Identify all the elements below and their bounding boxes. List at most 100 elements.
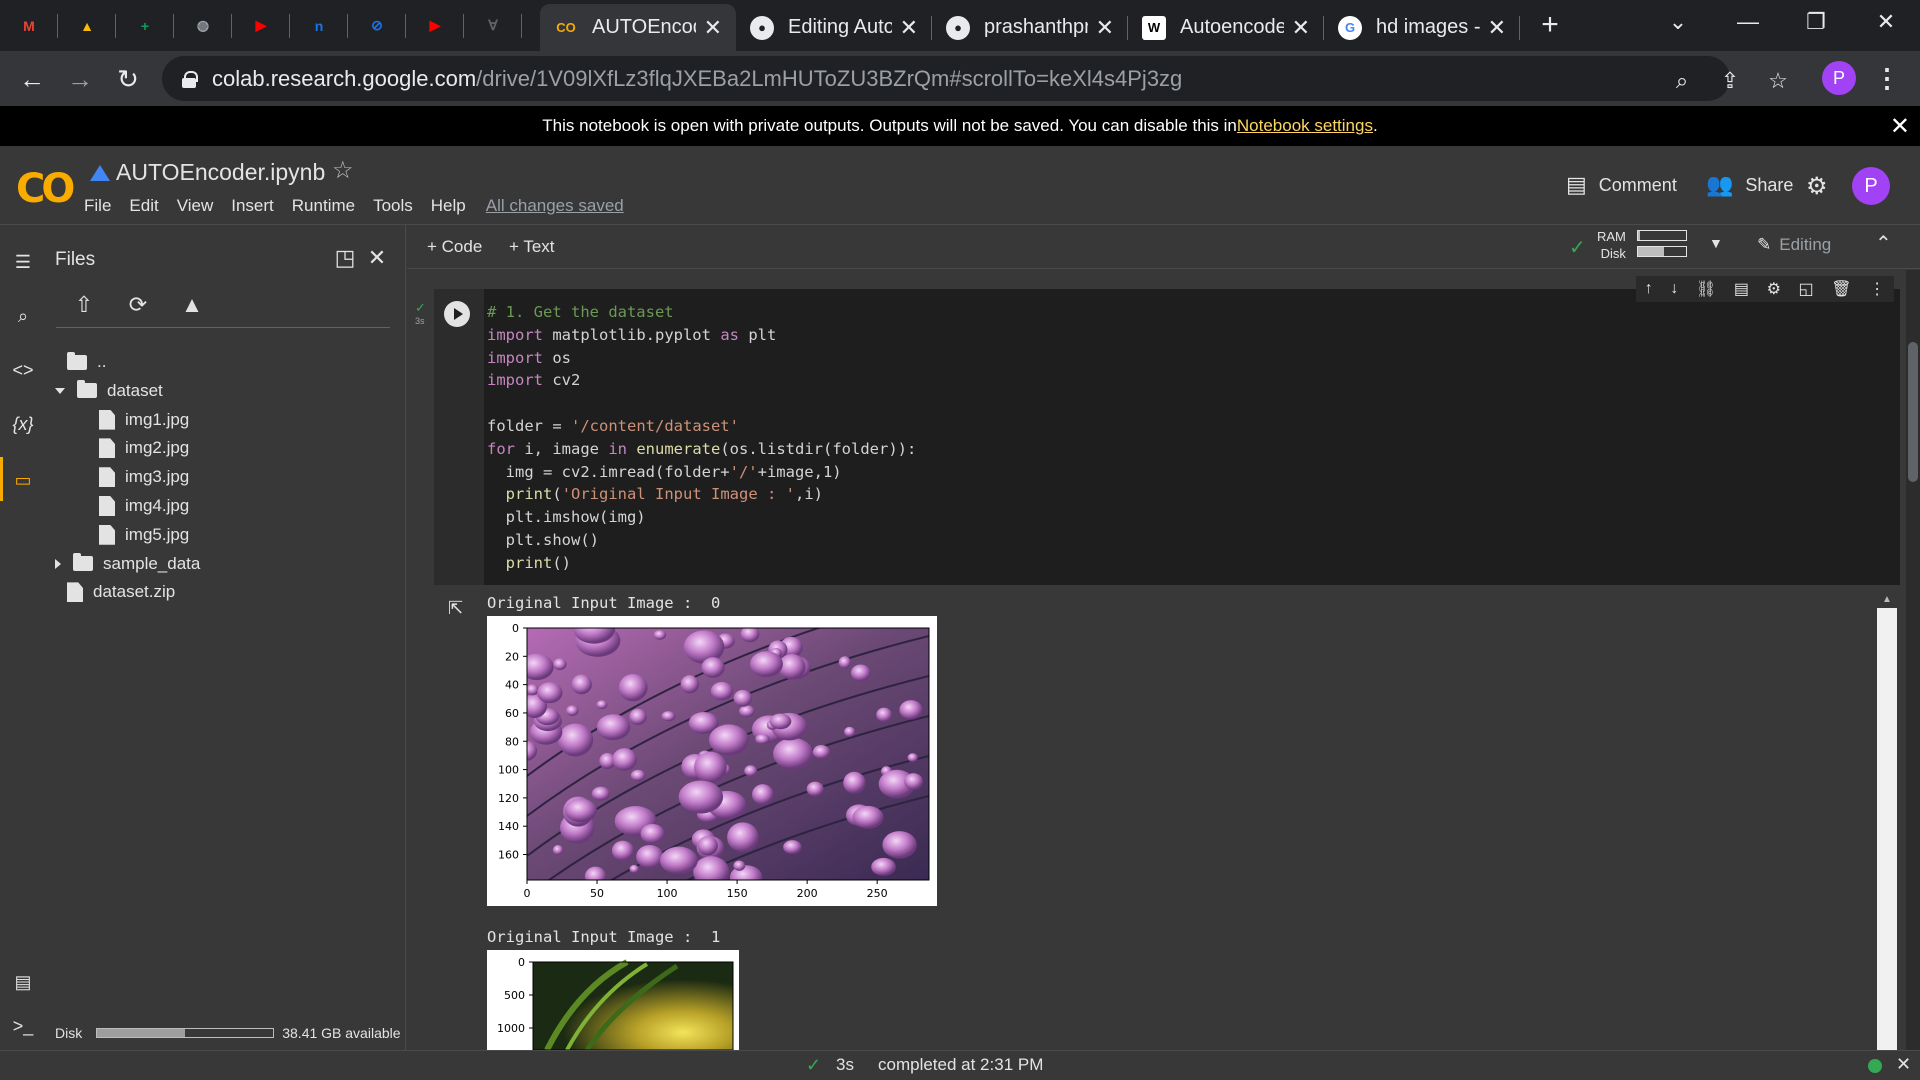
menu-tools[interactable]: Tools	[373, 196, 413, 216]
code-editor[interactable]: # 1. Get the dataset import matplotlib.py…	[487, 301, 916, 575]
chevron-down-icon[interactable]	[55, 387, 65, 394]
resource-labels[interactable]: RAM Disk	[1597, 228, 1626, 262]
open-in-tab-icon[interactable]: ◳	[330, 243, 360, 273]
save-status[interactable]: All changes saved	[486, 196, 624, 216]
mirror-cell-icon[interactable]: ◱	[1799, 279, 1814, 299]
notebook-title[interactable]: AUTOEncoder.ipynb	[90, 159, 325, 186]
code-snippets-icon[interactable]: <>	[8, 355, 38, 385]
close-tab-icon[interactable]: ✕	[1488, 15, 1506, 41]
table-of-contents-icon[interactable]: ☰	[8, 247, 38, 277]
file-tree-item[interactable]: img1.jpg	[92, 408, 189, 432]
command-palette-icon[interactable]: ▤	[8, 967, 38, 997]
output-scrollbar[interactable]: ▲	[1877, 592, 1897, 1050]
status-text[interactable]: completed at 2:31 PM	[878, 1055, 1043, 1075]
reload-icon[interactable]: ↻	[108, 59, 148, 99]
menu-file[interactable]: File	[84, 196, 111, 216]
notebook-title-text[interactable]: AUTOEncoder.ipynb	[116, 159, 325, 186]
code-cell[interactable]: # 1. Get the dataset import matplotlib.py…	[434, 289, 1900, 585]
tab-search-icon[interactable]: ⌄	[1648, 0, 1708, 44]
close-tab-icon[interactable]: ✕	[900, 15, 918, 41]
comment-cell-icon[interactable]: ▤	[1734, 279, 1749, 299]
refresh-folder-icon[interactable]: ⟳	[122, 289, 154, 321]
share-page-icon[interactable]: ⇪	[1712, 63, 1748, 99]
bookmark-star-icon[interactable]: ☆	[1760, 63, 1796, 99]
menu-insert[interactable]: Insert	[231, 196, 274, 216]
close-tab-icon[interactable]: ✕	[1096, 15, 1114, 41]
file-tree-item[interactable]: ..	[46, 350, 106, 374]
search-icon[interactable]: ⌕	[8, 301, 38, 331]
collapse-header-icon[interactable]: ⌃	[1875, 231, 1892, 256]
file-tree-item[interactable]: img5.jpg	[92, 523, 189, 547]
browser-tab[interactable]: Ghd images - Go ✕	[1324, 4, 1520, 51]
variables-icon[interactable]: {x}	[8, 409, 38, 439]
forward-icon[interactable]: →	[60, 59, 100, 99]
file-tree-item[interactable]: img2.jpg	[92, 436, 189, 460]
notebook-scroll-thumb[interactable]	[1908, 342, 1918, 482]
file-tree-item[interactable]: dataset.zip	[46, 580, 175, 604]
back-icon[interactable]: ←	[12, 59, 52, 99]
mount-drive-icon[interactable]: ▲	[176, 289, 208, 321]
file-tree-item[interactable]: img4.jpg	[92, 494, 189, 518]
notebook-scrollbar[interactable]	[1906, 270, 1920, 1050]
restore-button[interactable]: ❐	[1786, 0, 1846, 44]
close-icon[interactable]: ✕	[1890, 112, 1910, 141]
pinned-tab[interactable]: n	[290, 0, 348, 51]
add-code-button[interactable]: + Code	[427, 237, 482, 257]
menu-runtime[interactable]: Runtime	[292, 196, 355, 216]
close-window-button[interactable]: ✕	[1856, 0, 1916, 44]
share-button[interactable]: 👥 Share	[1706, 172, 1793, 198]
close-tab-icon[interactable]: ✕	[1292, 15, 1310, 41]
close-icon[interactable]: ✕	[362, 243, 392, 273]
folder-icon[interactable]: ▭	[8, 465, 38, 495]
more-actions-icon[interactable]: ⋮	[1869, 279, 1885, 299]
comment-button[interactable]: ▤ Comment	[1566, 172, 1677, 198]
file-tree-folder[interactable]: dataset	[46, 379, 163, 403]
colab-logo[interactable]: CO	[16, 166, 75, 212]
cell-settings-icon[interactable]: ⚙	[1767, 279, 1781, 299]
pinned-tab[interactable]: M	[0, 0, 58, 51]
pinned-tab[interactable]: ▲	[58, 0, 116, 51]
delete-cell-icon[interactable]: 🗑	[1831, 279, 1851, 299]
notebook-settings-link[interactable]: Notebook settings	[1237, 116, 1373, 136]
browser-tab[interactable]: CO AUTOEncoder ✕	[540, 4, 736, 51]
minimize-button[interactable]: —	[1718, 0, 1778, 44]
link-icon[interactable]: ⛓	[1696, 279, 1716, 299]
close-tab-icon[interactable]: ✕	[704, 15, 722, 41]
browser-tab[interactable]: W Autoencoder ✕	[1128, 4, 1324, 51]
file-tree-folder[interactable]: sample_data	[46, 552, 200, 576]
move-up-icon[interactable]: ↑	[1645, 280, 1653, 298]
browser-tab[interactable]: ● prashanthprasad ✕	[932, 4, 1128, 51]
scroll-up-icon[interactable]: ▲	[1882, 594, 1892, 605]
browser-menu-icon[interactable]: ⋮	[1874, 62, 1900, 96]
settings-gear-icon[interactable]: ⚙	[1806, 172, 1828, 201]
add-text-button[interactable]: + Text	[509, 237, 555, 257]
browser-profile-avatar[interactable]: P	[1822, 61, 1856, 95]
editing-mode-button[interactable]: ✎ Editing	[1757, 235, 1831, 255]
output-scroll-thumb[interactable]	[1877, 608, 1897, 1050]
file-tree-item[interactable]: img3.jpg	[92, 465, 189, 489]
menu-view[interactable]: View	[177, 196, 214, 216]
user-avatar[interactable]: P	[1852, 167, 1890, 205]
address-bar[interactable]: colab.research.google.com/drive/1V09lXfL…	[162, 56, 1730, 101]
pinned-tab[interactable]: ▶	[406, 0, 464, 51]
pinned-tab[interactable]: ⊘	[348, 0, 406, 51]
pinned-tab[interactable]: ◍	[174, 0, 232, 51]
zoom-icon[interactable]: ⌕	[1664, 63, 1700, 99]
upload-file-icon[interactable]: ⇧	[68, 289, 100, 321]
menu-edit[interactable]: Edit	[129, 196, 158, 216]
browser-tab[interactable]: ● Editing AutoEnc ✕	[736, 4, 932, 51]
star-icon[interactable]: ☆	[332, 156, 354, 185]
close-icon[interactable]: ✕	[1896, 1054, 1911, 1075]
pinned-tab[interactable]: ▶	[232, 0, 290, 51]
new-tab-button[interactable]: +	[1534, 8, 1566, 42]
menu-help[interactable]: Help	[431, 196, 466, 216]
pinned-tab[interactable]: +	[116, 0, 174, 51]
output-actions-icon[interactable]: ⇱	[448, 598, 463, 619]
move-down-icon[interactable]: ↓	[1670, 280, 1678, 298]
chevron-right-icon[interactable]	[55, 558, 61, 569]
run-cell-button[interactable]	[444, 301, 470, 327]
resources-dropdown-icon[interactable]: ▼	[1709, 235, 1723, 251]
resource-bars[interactable]	[1637, 230, 1687, 262]
pinned-tab[interactable]: Ɐ	[464, 0, 522, 51]
terminal-icon[interactable]: >_	[8, 1011, 38, 1041]
